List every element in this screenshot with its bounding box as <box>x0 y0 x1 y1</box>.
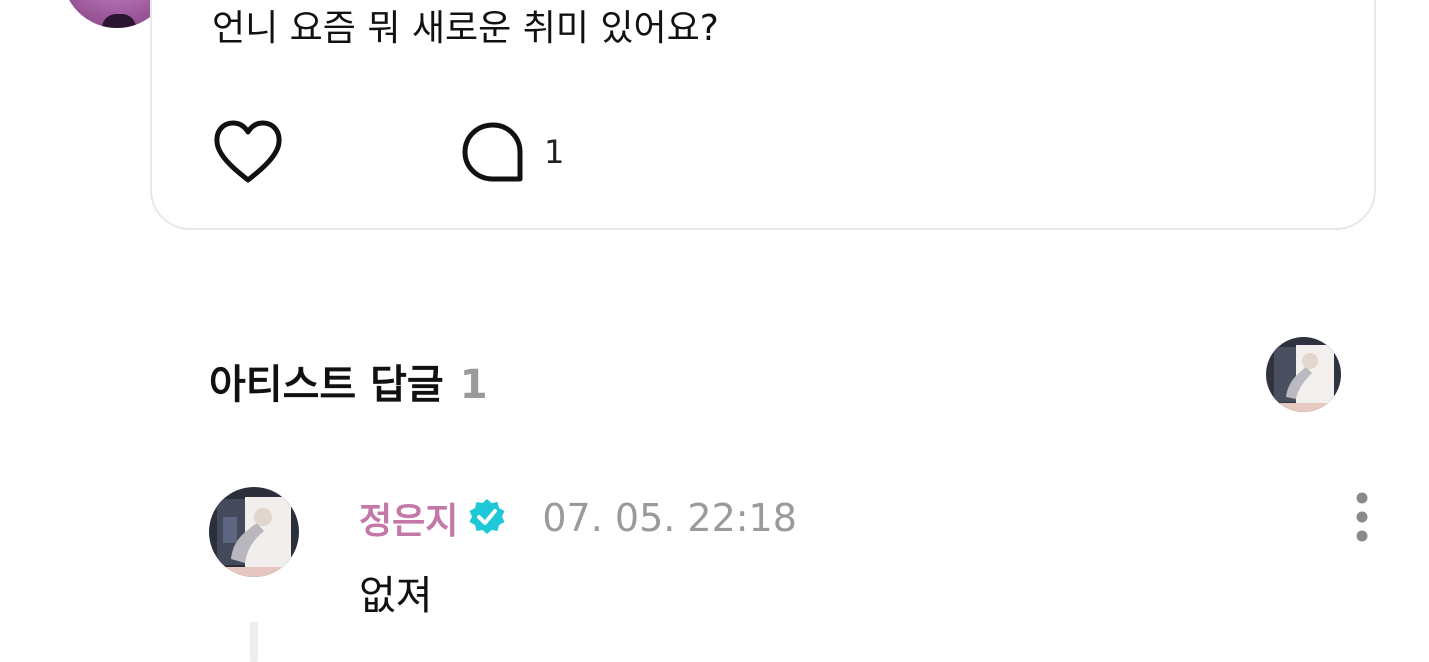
thread-line <box>250 622 258 662</box>
reply-text: 없져 <box>359 573 433 619</box>
vertical-ellipsis-icon <box>1356 492 1368 542</box>
author-photo <box>209 487 299 577</box>
speech-bubble-icon <box>462 122 523 182</box>
artist-avatar-button[interactable] <box>1266 337 1341 412</box>
reply-timestamp: 07. 05. 22:18 <box>542 496 797 540</box>
verified-badge-icon <box>469 499 505 534</box>
artist-replies-header: 아티스트 답글 1 <box>209 352 488 410</box>
artist-photo <box>1266 337 1341 412</box>
comment-button[interactable]: 1 <box>462 122 564 182</box>
reply-author-avatar[interactable] <box>209 487 299 577</box>
heart-icon <box>214 120 282 183</box>
reply-author-name[interactable]: 정은지 <box>359 492 458 544</box>
comment-count: 1 <box>544 133 565 171</box>
post-text: 언니 요즘 뭐 새로운 취미 있어요? <box>212 8 719 49</box>
post-card: 언니 요즘 뭐 새로운 취미 있어요? 1 <box>150 0 1376 230</box>
artist-replies-count: 1 <box>459 362 488 408</box>
reply-meta: 정은지 07. 05. 22:18 <box>359 493 797 543</box>
more-options-button[interactable] <box>1344 490 1380 546</box>
like-button[interactable] <box>212 120 284 184</box>
post-actions: 1 <box>212 120 812 184</box>
artist-replies-title: 아티스트 답글 <box>209 362 444 408</box>
